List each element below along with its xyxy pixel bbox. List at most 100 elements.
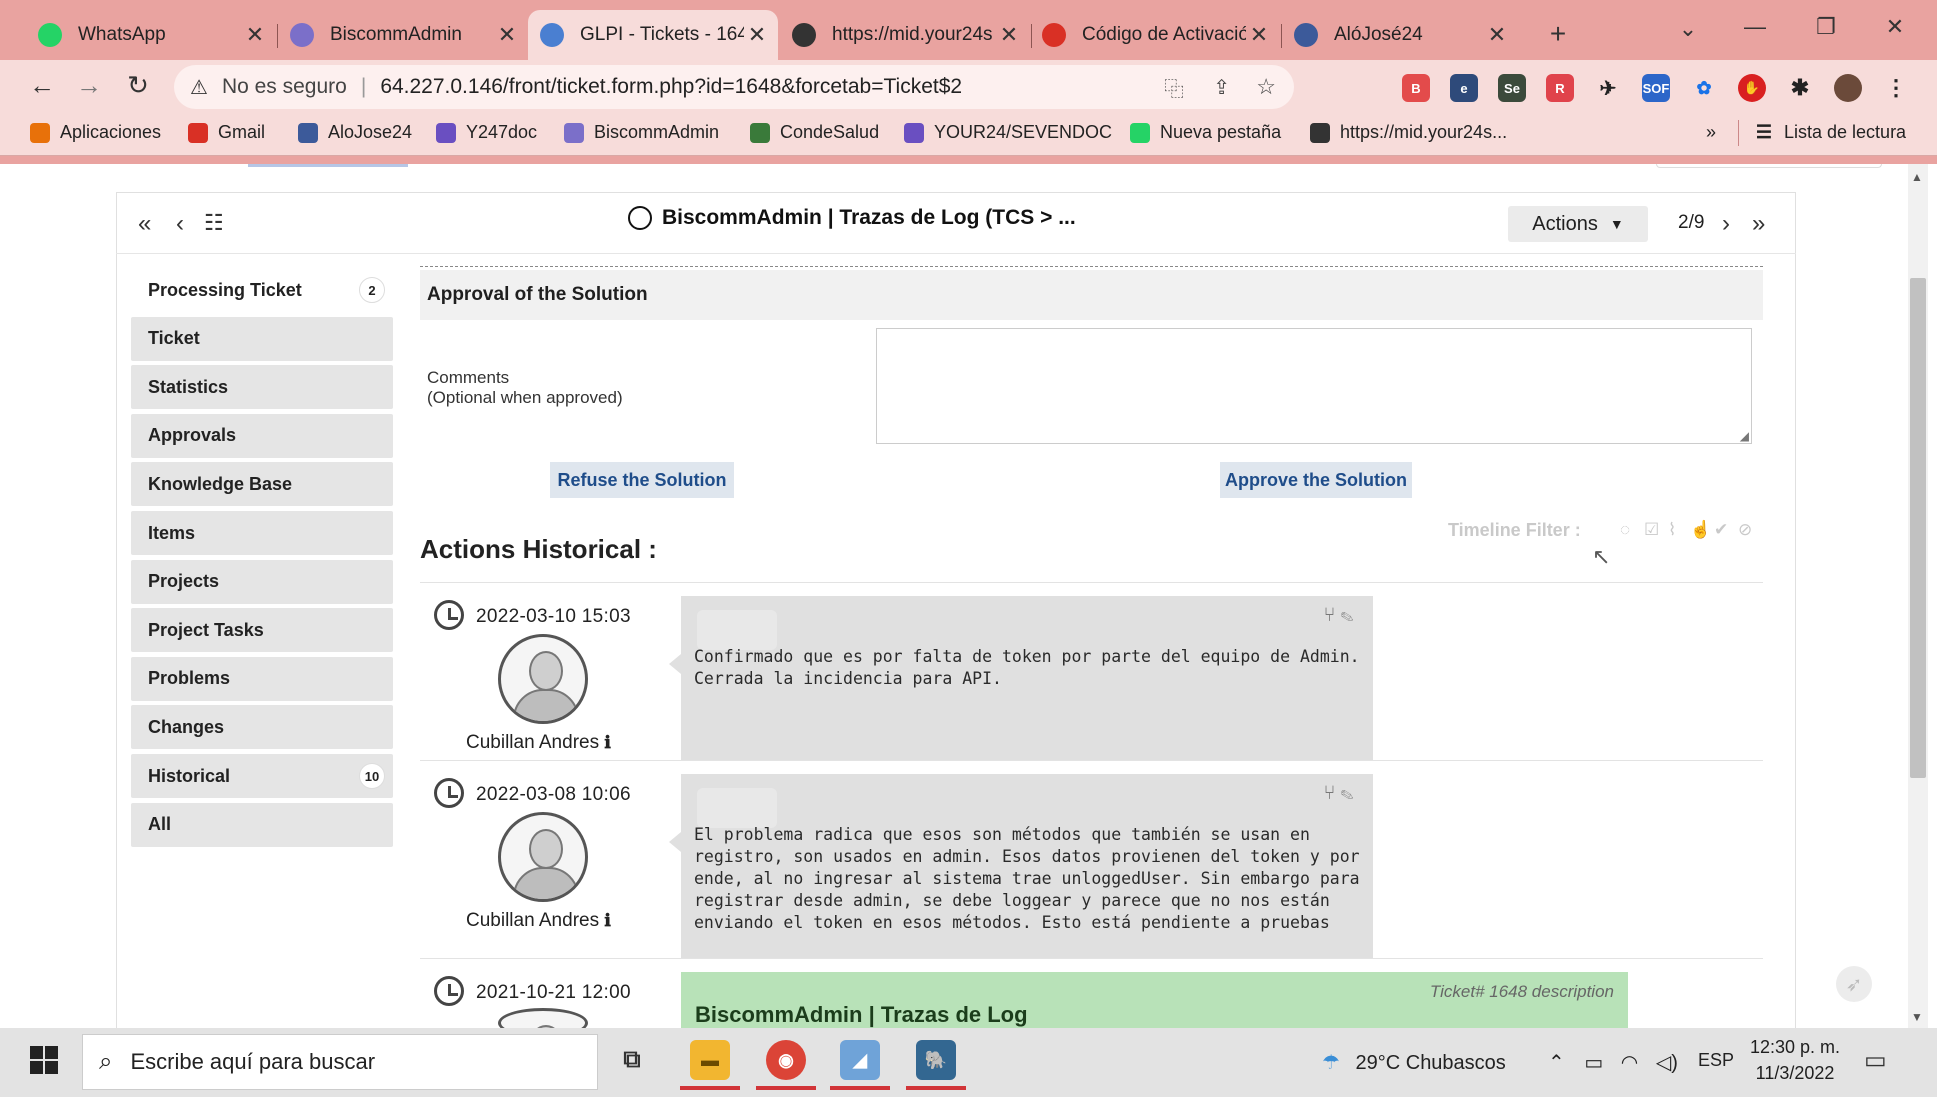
close-window-button[interactable]: ✕ [1875,14,1915,40]
task-view-icon[interactable]: ⧉ [612,1040,652,1080]
adblock-icon[interactable]: ✋ [1738,74,1766,102]
volume-icon[interactable]: ◁) [1656,1052,1678,1074]
selenium-icon[interactable]: Se [1498,74,1526,102]
bookmark-item[interactable]: https://mid.your24s... [1310,122,1507,143]
bookmark-item[interactable]: Gmail [188,122,265,143]
app-icon[interactable]: ◢ [840,1040,880,1080]
sidebar-item-changes[interactable]: Changes [131,705,393,750]
bookmark-item[interactable]: AloJose24 [298,122,412,143]
browser-tab[interactable]: BiscommAdmin ✕ [278,10,528,60]
url-text[interactable]: 64.227.0.146/front/ticket.form.php?id=16… [380,75,962,99]
extensions-puzzle-icon[interactable]: ✱ [1786,74,1814,102]
filter-reset-icon[interactable]: ⊘ [1738,520,1752,540]
weather-widget[interactable]: ☂ 29°C Chubascos [1322,1050,1506,1075]
battery-icon[interactable]: ▭ [1584,1052,1603,1074]
next-ticket-icon[interactable]: › [1722,210,1730,238]
menu-kebab-icon[interactable]: ⋮ [1882,74,1910,102]
more-bookmarks-icon[interactable]: » [1706,122,1716,143]
wifi-icon[interactable]: ◠ [1621,1052,1638,1074]
sidebar-item-historical[interactable]: Historical 10 [131,754,393,798]
filter-followup-icon[interactable]: ◌ [1620,520,1630,540]
chrome-icon[interactable]: ◉ [766,1040,806,1080]
previous-ticket-icon[interactable]: ‹ [176,210,184,238]
chevron-up-icon[interactable]: ⌃ [1548,1052,1565,1074]
info-icon[interactable]: ℹ [604,733,610,752]
comments-textarea[interactable]: ◢ [876,328,1752,444]
scroll-up-icon[interactable]: ▲ [1911,170,1923,184]
filter-solution-icon[interactable]: ✔ [1714,520,1728,540]
back-icon[interactable]: ← [24,70,60,101]
tab-close-icon[interactable]: ✕ [1484,22,1510,48]
bookmark-item[interactable]: YOUR24/SEVENDOC [904,122,1112,143]
actions-dropdown[interactable]: Actions ▼ [1508,206,1648,242]
sidebar-item-problems[interactable]: Problems [131,656,393,701]
restore-button[interactable]: ❐ [1806,14,1846,40]
filter-document-icon[interactable]: ⌇ [1668,520,1676,540]
branch-icon[interactable]: ⑂ [1323,604,1335,626]
last-ticket-icon[interactable]: » [1752,210,1765,238]
tab-close-icon[interactable]: ✕ [494,22,520,48]
bookmark-item[interactable]: Y247doc [436,122,537,143]
bookmark-star-icon[interactable]: ☆ [1256,74,1276,100]
reading-list[interactable]: ☰ Lista de lectura [1754,122,1906,143]
bookmark-item[interactable]: Aplicaciones [30,122,161,143]
browser-tab[interactable]: AlóJosé24 ✕ [1282,10,1518,60]
approve-solution-button[interactable]: Approve the Solution [1220,462,1412,498]
filter-validation-icon[interactable]: ☝ [1690,520,1711,540]
first-ticket-icon[interactable]: « [138,210,151,238]
sidebar-item-statistics[interactable]: Statistics [131,365,393,410]
refuse-solution-button[interactable]: Refuse the Solution [550,462,734,498]
sidebar-item-project-tasks[interactable]: Project Tasks [131,608,393,653]
branch-icon[interactable]: ⑂ [1323,782,1335,804]
resize-handle-icon[interactable]: ◢ [1740,429,1749,443]
tab-close-icon[interactable]: ✕ [242,22,268,48]
tab-close-icon[interactable]: ✕ [744,22,770,48]
notifications-icon[interactable]: ▭ [1864,1046,1887,1075]
sidebar-item-projects[interactable]: Projects [131,559,393,604]
bookmark-item[interactable]: BiscommAdmin [564,122,719,143]
browser-tab[interactable]: GLPI - Tickets - 1648 ✕ [528,10,778,60]
taskbar-clock[interactable]: 12:30 p. m. 11/3/2022 [1750,1034,1840,1086]
sidebar-item-ticket[interactable]: Ticket [131,316,393,361]
forward-icon[interactable]: → [71,70,107,101]
language-indicator[interactable]: ESP [1698,1050,1734,1071]
extension-7-icon[interactable]: ✿ [1690,74,1718,102]
new-tab-button[interactable]: + [1538,18,1578,50]
extension-1-icon[interactable]: B [1402,74,1430,102]
scrollbar-thumb[interactable] [1910,278,1926,778]
info-icon[interactable]: ℹ [604,911,610,930]
pgadmin-icon[interactable]: 🐘 [916,1040,956,1080]
bookmark-item[interactable]: Nueva pestaña [1130,122,1281,143]
extension-4-icon[interactable]: R [1546,74,1574,102]
browser-tab[interactable]: WhatsApp ✕ [26,10,276,60]
taskbar-search[interactable]: ⌕ Escribe aquí para buscar [82,1034,598,1090]
sidebar-item-all[interactable]: All [131,802,393,847]
sidebar-item-processing-ticket[interactable]: Processing Ticket 2 [131,268,393,312]
bookmark-item[interactable]: CondeSalud [750,122,879,143]
windows-start-icon[interactable] [30,1046,58,1074]
profile-avatar[interactable] [1834,74,1862,102]
edit-icon[interactable]: ✎ [1341,782,1353,804]
share-icon[interactable]: ⇪ [1213,75,1230,100]
sidebar-item-items[interactable]: Items [131,511,393,555]
tab-close-icon[interactable]: ✕ [996,22,1022,48]
edit-icon[interactable]: ✎ [1341,604,1353,626]
filter-task-icon[interactable]: ☑ [1644,520,1659,540]
ticket-list-icon[interactable]: ☷ [204,210,224,236]
back-to-top-icon[interactable]: ➶ [1836,966,1872,1002]
tab-close-icon[interactable]: ✕ [1246,22,1272,48]
extension-5-icon[interactable]: ✈ [1594,74,1622,102]
scroll-down-icon[interactable]: ▼ [1911,1010,1923,1024]
browser-tab[interactable]: Código de Activación ✕ [1030,10,1280,60]
browser-tab[interactable]: https://mid.your24s ✕ [780,10,1030,60]
sof-icon[interactable]: SOF [1642,74,1670,102]
address-bar[interactable]: ⚠ No es seguro | 64.227.0.146/front/tick… [174,65,1294,109]
reload-icon[interactable]: ↻ [120,70,156,101]
sidebar-item-knowledge-base[interactable]: Knowledge Base [131,462,393,507]
sidebar-item-approvals[interactable]: Approvals [131,413,393,458]
extension-2-icon[interactable]: e [1450,74,1478,102]
translate-icon[interactable]: ⿻ [1164,73,1184,102]
minimize-button[interactable]: — [1735,14,1775,40]
file-explorer-icon[interactable]: ▬ [690,1040,730,1080]
tab-search-icon[interactable]: ⌄ [1668,16,1708,42]
